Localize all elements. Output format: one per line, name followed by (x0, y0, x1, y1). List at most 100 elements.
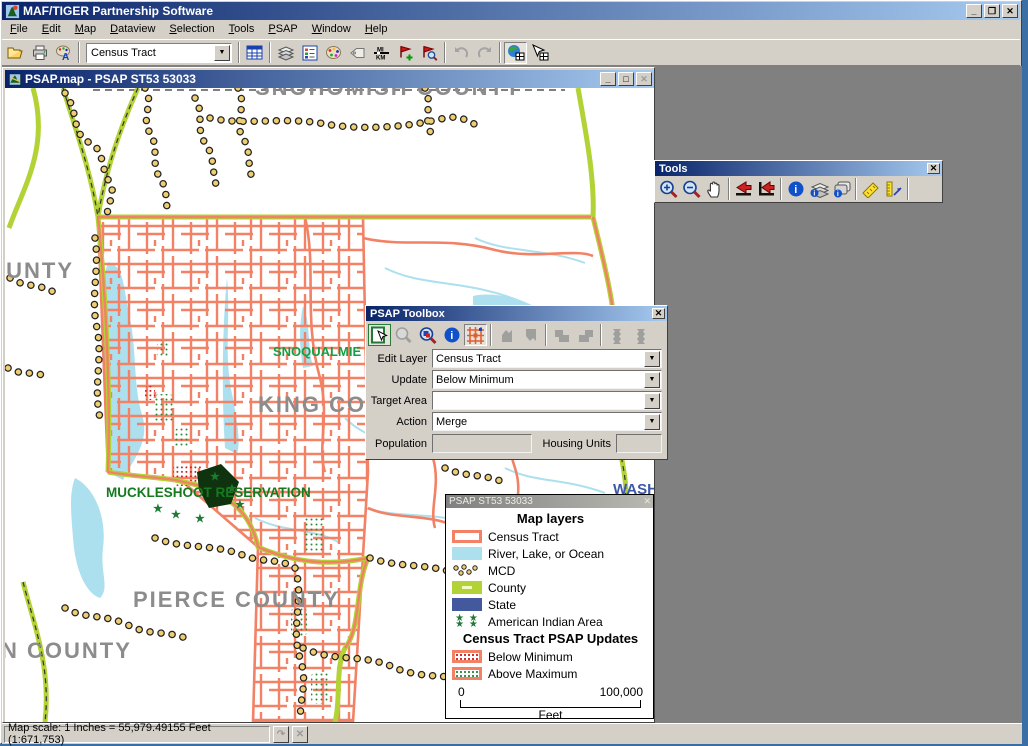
menu-file[interactable]: File (3, 21, 35, 38)
update-combobox[interactable]: Below Minimum ▼ (432, 370, 662, 389)
combo-dropdown-icon[interactable]: ▼ (644, 351, 660, 367)
combo-dropdown-icon[interactable]: ▼ (214, 45, 230, 61)
boundary-up-icon[interactable] (495, 324, 518, 346)
psap-toolbox-toolbar: i (366, 321, 667, 348)
measure-icon[interactable] (859, 178, 882, 200)
map-maximize-button[interactable]: □ (618, 72, 634, 86)
zoom-out-icon[interactable] (680, 178, 703, 200)
zoom-in-icon[interactable] (657, 178, 680, 200)
palette-icon[interactable] (322, 42, 345, 64)
population-field[interactable] (432, 434, 532, 453)
scale-units-icon[interactable]: MIKM (370, 42, 393, 64)
add-flag-icon[interactable] (394, 42, 417, 64)
toolbar-separator (444, 42, 446, 63)
menu-bar: File Edit Map Dataview Selection Tools P… (2, 20, 1020, 39)
tools-toolbar: i i i (655, 176, 942, 202)
state-swatch (452, 598, 482, 611)
edit-layer-combobox[interactable]: Census Tract ▼ (432, 349, 662, 368)
menu-tools[interactable]: Tools (222, 21, 262, 38)
tools-separator (728, 178, 730, 200)
map-close-button[interactable]: ✕ (636, 72, 652, 86)
select-feature-icon[interactable] (368, 324, 391, 346)
print-icon[interactable] (28, 42, 51, 64)
label-tag-icon[interactable] (346, 42, 369, 64)
main-titlebar[interactable]: MAF/TIGER Partnership Software _ ❐ ✕ (2, 2, 1020, 20)
toolbar-separator (238, 42, 240, 63)
combo-dropdown-icon[interactable]: ▼ (644, 372, 660, 388)
psap-toolbox-titlebar[interactable]: PSAP Toolbox ✕ (366, 306, 667, 321)
pan-hand-icon[interactable] (703, 178, 726, 200)
tract-grid-icon[interactable] (464, 324, 487, 346)
legend-item-mcd: MCD (452, 562, 649, 579)
map-window-titlebar[interactable]: PSAP.map - PSAP ST53 53033 _ □ ✕ (5, 70, 654, 88)
split-down-icon[interactable] (629, 324, 652, 346)
toolbox-separator (600, 324, 602, 346)
menu-dataview[interactable]: Dataview (103, 21, 162, 38)
menu-selection[interactable]: Selection (162, 21, 221, 38)
map-grid-view-icon[interactable] (504, 42, 527, 64)
menu-edit[interactable]: Edit (35, 21, 68, 38)
toolbar-separator (499, 42, 501, 63)
minimize-button[interactable]: _ (966, 4, 982, 18)
legend-item-american-indian-area: ★ ★★ ★ American Indian Area (452, 613, 649, 630)
restore-button[interactable]: ❐ (984, 4, 1000, 18)
psap-toolbox-close-icon[interactable]: ✕ (652, 308, 665, 319)
legend-titlebar[interactable]: PSAP ST53 53033 ✕ (446, 495, 653, 508)
tools-palette-title: Tools (659, 163, 688, 175)
set-scale-icon[interactable] (882, 178, 905, 200)
svg-text:★: ★ (195, 513, 205, 525)
close-button[interactable]: ✕ (1002, 4, 1018, 18)
zoom-selection-icon[interactable] (416, 324, 439, 346)
legend-item-label: State (488, 598, 516, 612)
desktop-background (1022, 0, 1028, 744)
window-title: MAF/TIGER Partnership Software (23, 4, 213, 18)
svg-text:A: A (62, 52, 69, 61)
select-grid-view-icon[interactable] (528, 42, 551, 64)
status-cancel-icon[interactable]: ✕ (292, 726, 308, 743)
legend-panel: PSAP ST53 53033 ✕ Map layers Census Trac… (445, 494, 654, 719)
identify-layers-icon[interactable]: i (807, 178, 830, 200)
merge-right-icon[interactable] (574, 324, 597, 346)
menu-help[interactable]: Help (358, 21, 395, 38)
menu-psap[interactable]: PSAP (261, 21, 304, 38)
update-label: Update (366, 374, 432, 386)
open-map-icon[interactable] (4, 42, 27, 64)
boundary-down-icon[interactable] (519, 324, 542, 346)
toolbox-separator (545, 324, 547, 346)
legend-item-label: Census Tract (488, 530, 559, 544)
tools-close-icon[interactable]: ✕ (927, 163, 940, 174)
action-combobox[interactable]: Merge ▼ (432, 412, 662, 431)
map-document-icon (8, 73, 22, 86)
legend-close-icon[interactable]: ✕ (643, 496, 651, 507)
status-redo-icon[interactable]: ↷ (273, 726, 289, 743)
toolbox-identify-icon[interactable]: i (440, 324, 463, 346)
main-toolbar: A Census Tract ▼ MIKM (2, 39, 1020, 66)
combo-dropdown-icon[interactable]: ▼ (644, 414, 660, 430)
combo-dropdown-icon[interactable]: ▼ (644, 393, 660, 409)
layers-icon[interactable] (274, 42, 297, 64)
tools-palette-titlebar[interactable]: Tools ✕ (655, 161, 942, 176)
initial-extent-icon[interactable] (755, 178, 778, 200)
scale-max: 100,000 (600, 685, 643, 699)
split-up-icon[interactable] (605, 324, 628, 346)
legend-item-label: River, Lake, or Ocean (488, 547, 604, 561)
target-area-combobox[interactable]: ▼ (432, 391, 662, 410)
identify-icon[interactable]: i (784, 178, 807, 200)
menu-map[interactable]: Map (68, 21, 103, 38)
merge-left-icon[interactable] (550, 324, 573, 346)
menu-window[interactable]: Window (305, 21, 358, 38)
identify-all-icon[interactable]: i (830, 178, 853, 200)
previous-extent-icon[interactable] (732, 178, 755, 200)
zoom-disabled-icon[interactable] (392, 324, 415, 346)
undo-icon[interactable] (449, 42, 472, 64)
action-row: Action Merge ▼ (366, 411, 667, 432)
map-minimize-button[interactable]: _ (600, 72, 616, 86)
map-style-icon[interactable]: A (52, 42, 75, 64)
housing-units-field[interactable] (616, 434, 662, 453)
find-flag-icon[interactable] (418, 42, 441, 64)
layer-select-combobox[interactable]: Census Tract ▼ (86, 43, 232, 63)
legend-icon[interactable] (298, 42, 321, 64)
legend-title: PSAP ST53 53033 (449, 496, 533, 507)
dataview-icon[interactable] (243, 42, 266, 64)
redo-icon[interactable] (473, 42, 496, 64)
